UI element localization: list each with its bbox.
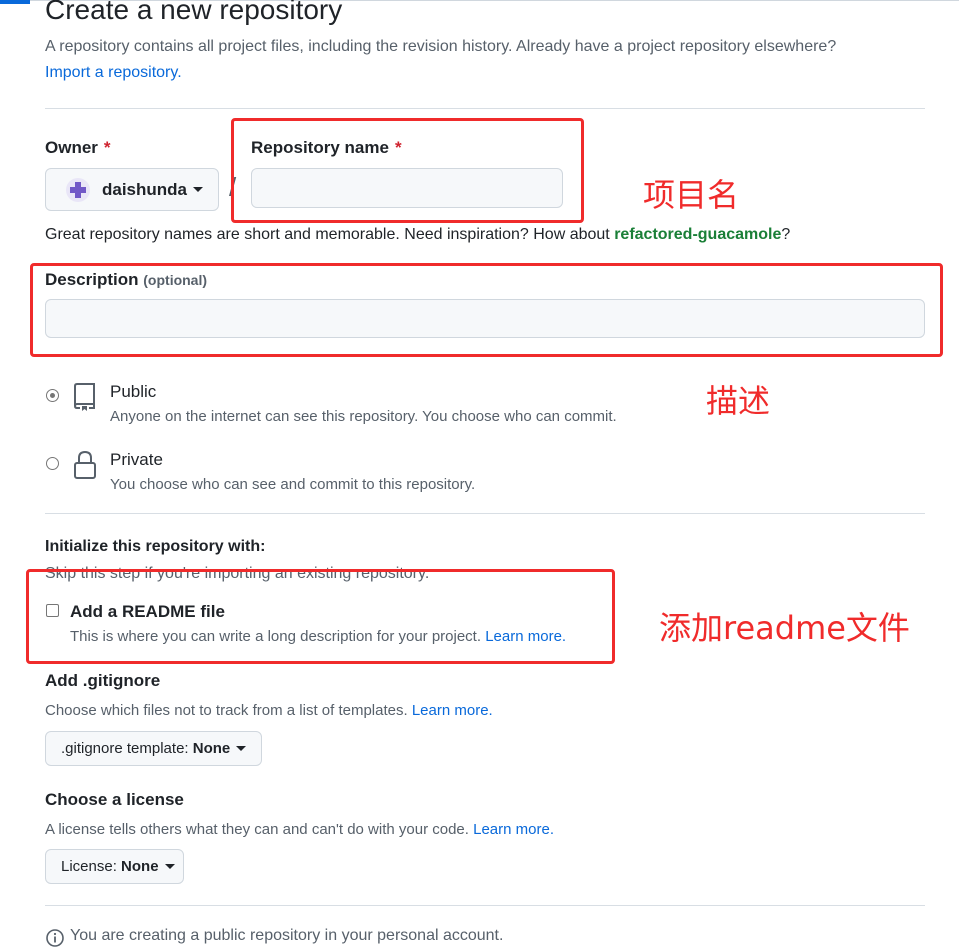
license-select[interactable]: License: None	[45, 849, 184, 884]
gitignore-title: Add .gitignore	[45, 671, 161, 690]
repo-name-hint: Great repository names are short and mem…	[45, 226, 790, 244]
initialize-title: Initialize this repository with:	[45, 538, 266, 555]
license-description: A license tells others what they can and…	[45, 821, 554, 838]
public-radio[interactable]	[46, 389, 59, 402]
description-highlight-box	[30, 263, 943, 357]
repo-name-hint-text: Great repository names are short and mem…	[45, 226, 615, 243]
header-divider	[45, 108, 925, 109]
import-repository-link[interactable]: Import a repository.	[45, 64, 182, 82]
chevron-down-icon	[193, 187, 204, 192]
owner-value: daishunda	[102, 179, 188, 199]
lock-icon	[74, 450, 96, 479]
private-label: Private	[110, 450, 163, 469]
license-divider	[45, 905, 925, 906]
license-description-text: A license tells others what they can and…	[45, 821, 469, 838]
chevron-down-icon	[236, 746, 247, 751]
private-radio[interactable]	[46, 457, 59, 470]
license-select-prefix: License:	[61, 858, 117, 875]
gitignore-learn-more-link[interactable]: Learn more.	[412, 702, 493, 719]
info-icon	[46, 929, 64, 947]
public-label: Public	[110, 382, 157, 401]
footer-notice: You are creating a public repository in …	[70, 927, 504, 944]
gitignore-description: Choose which files not to track from a l…	[45, 702, 493, 719]
owner-label: Owner *	[45, 138, 111, 158]
repo-name-annotation: 项目名	[643, 176, 740, 214]
readme-highlight-box	[26, 569, 615, 664]
public-description: Anyone on the internet can see this repo…	[110, 408, 617, 425]
owner-label-text: Owner	[45, 138, 98, 157]
page-title: Create a new repository	[45, 0, 343, 25]
description-annotation: 描述	[706, 382, 771, 420]
gitignore-template-select[interactable]: .gitignore template: None	[45, 731, 262, 766]
repo-icon	[74, 383, 95, 411]
page-intro: A repository contains all project files,…	[45, 38, 837, 55]
repo-name-suggestion[interactable]: refactored-guacamole	[614, 226, 781, 243]
gitignore-select-prefix: .gitignore template:	[61, 740, 189, 757]
avatar	[66, 177, 90, 202]
license-select-value: None	[121, 858, 159, 875]
gitignore-description-text: Choose which files not to track from a l…	[45, 702, 408, 719]
owner-required-mark: *	[103, 138, 111, 157]
owner-select-button[interactable]: daishunda	[45, 168, 219, 211]
repo-name-highlight-box	[231, 118, 584, 223]
private-description: You choose who can see and commit to thi…	[110, 476, 476, 493]
readme-annotation: 添加readme文件	[659, 609, 910, 647]
gitignore-select-value: None	[192, 740, 231, 757]
top-accent-bar	[0, 0, 30, 4]
license-title: Choose a license	[45, 790, 184, 809]
visibility-divider	[45, 513, 925, 514]
repo-name-hint-suffix: ?	[781, 226, 791, 243]
license-learn-more-link[interactable]: Learn more.	[473, 821, 554, 838]
chevron-down-icon	[164, 864, 175, 869]
